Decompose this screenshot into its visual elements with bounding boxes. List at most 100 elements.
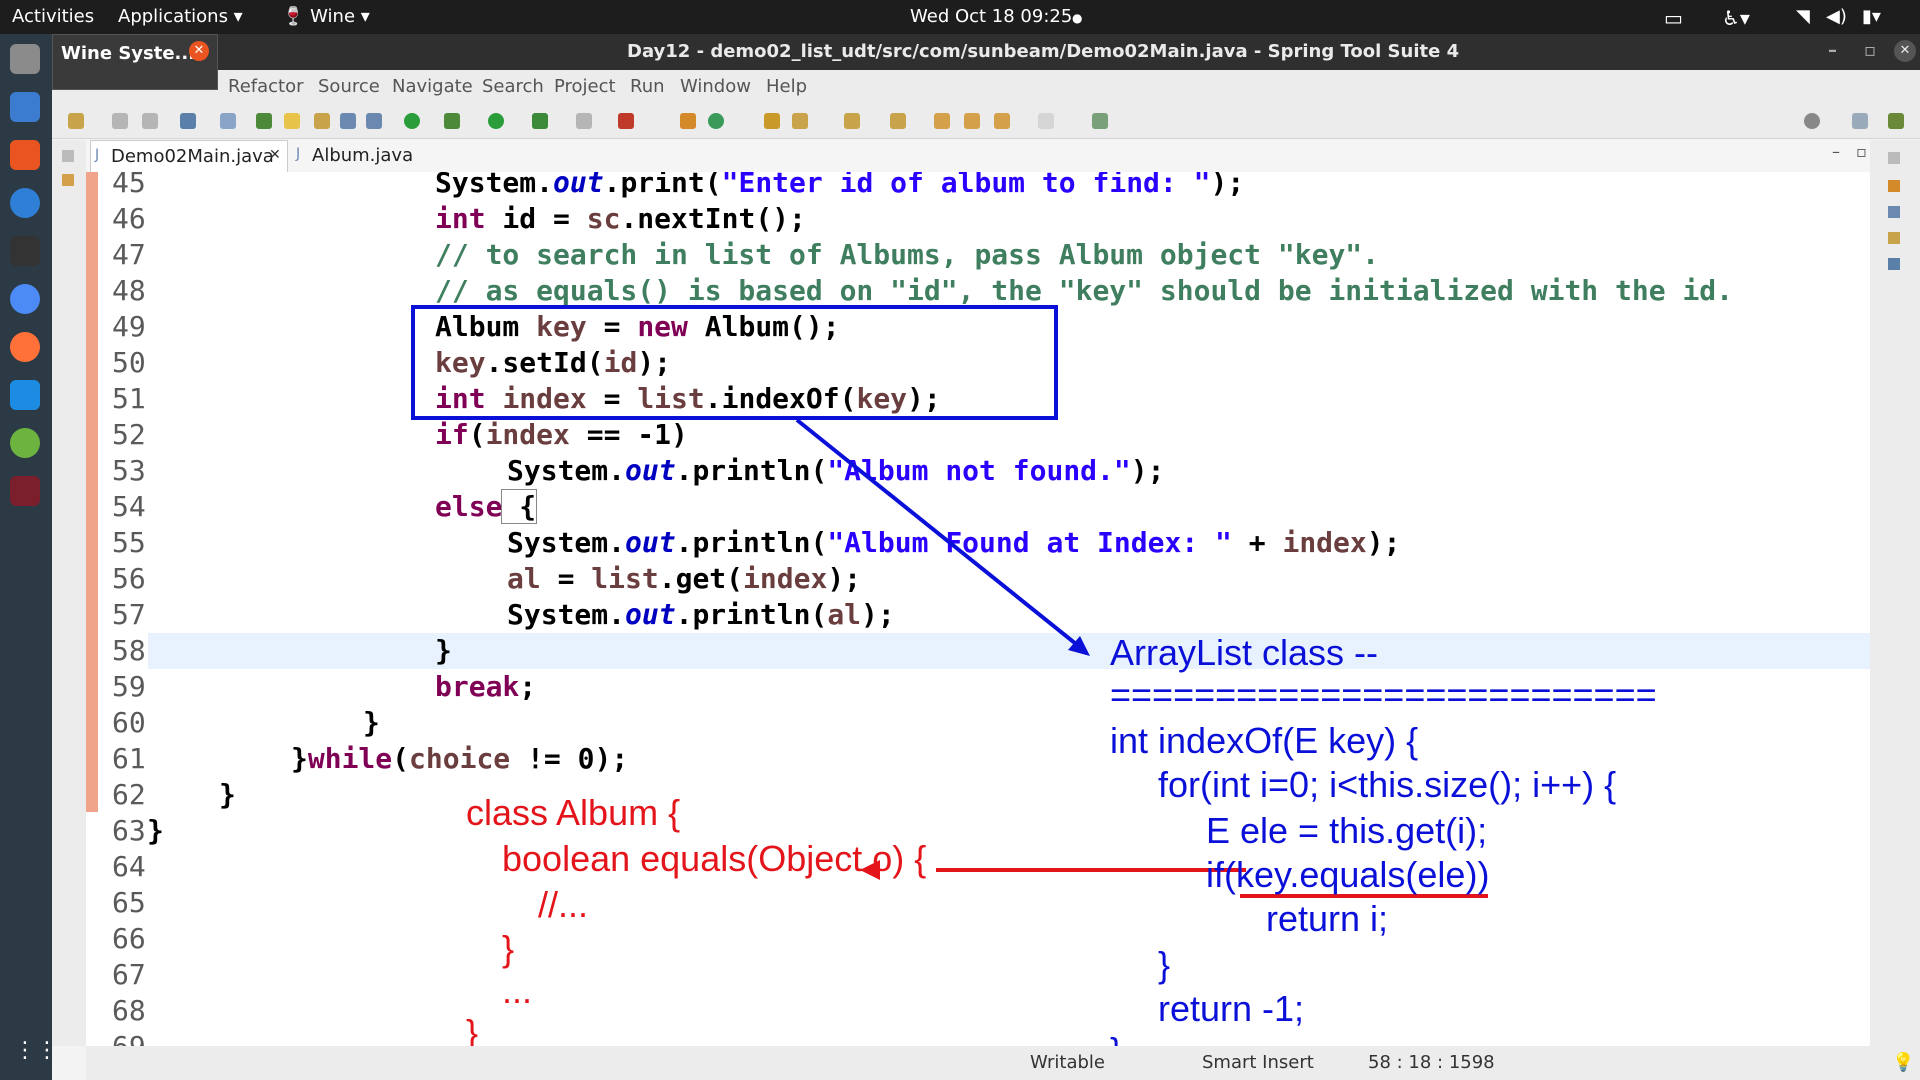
writer-icon[interactable]	[10, 92, 40, 122]
red-note-line: }	[502, 928, 515, 969]
terminal-icon[interactable]	[10, 236, 40, 266]
next-annotation-icon[interactable]	[844, 113, 860, 129]
vscode-icon[interactable]	[10, 380, 40, 410]
wine-icon[interactable]	[10, 476, 40, 506]
minimize-editor-icon[interactable]: –	[1832, 142, 1840, 161]
applications-menu[interactable]: Applications ▾	[118, 6, 243, 27]
network-icon[interactable]: ◥	[1796, 6, 1810, 27]
save-all-icon[interactable]	[142, 113, 158, 129]
console-icon[interactable]	[1888, 258, 1900, 270]
new-icon[interactable]	[68, 113, 84, 129]
restore-button[interactable]: ▫	[1864, 40, 1876, 61]
task-list-icon[interactable]	[1888, 206, 1900, 218]
tip-icon[interactable]: 💡	[1892, 1052, 1914, 1073]
notification-dot: ●	[1072, 11, 1083, 25]
open-type-icon[interactable]	[256, 113, 272, 129]
blue-note-line: if(key.equals(ele))	[1206, 854, 1490, 895]
package-explorer-icon[interactable]	[62, 174, 74, 186]
problems-icon[interactable]	[1888, 232, 1900, 244]
menu-help[interactable]: Help	[766, 76, 807, 97]
maximize-editor-icon[interactable]: ▫	[1856, 142, 1867, 161]
window-title: Day12 - demo02_list_udt/src/com/sunbeam/…	[627, 41, 1460, 62]
blue-arrow-line	[795, 418, 1088, 654]
menu-project[interactable]: Project	[554, 76, 616, 97]
tab-album[interactable]: J Album.java	[292, 140, 414, 172]
menu-source[interactable]: Source	[318, 76, 380, 97]
minimize-button[interactable]: –	[1828, 40, 1837, 61]
word-wrap-icon[interactable]	[340, 113, 356, 129]
java-file-icon: J	[95, 147, 100, 163]
spring-icon[interactable]	[10, 428, 40, 458]
writable-status: Writable	[1030, 1052, 1105, 1073]
accessibility-icon[interactable]: ♿▾	[1722, 6, 1750, 30]
restore-icon[interactable]	[1888, 152, 1900, 164]
outline-icon[interactable]	[1888, 180, 1900, 192]
blue-note-line: ==========================	[1110, 674, 1657, 715]
notification-title: Wine Syste...	[61, 43, 196, 64]
red-note-line: //...	[538, 884, 589, 925]
red-note-line: }	[466, 1012, 479, 1046]
menu-window[interactable]: Window	[680, 76, 751, 97]
boot-dashboard-icon[interactable]	[404, 113, 420, 129]
coverage-icon[interactable]	[532, 113, 548, 129]
terminal-icon[interactable]	[180, 113, 196, 129]
menu-search[interactable]: Search	[482, 76, 544, 97]
last-edit-icon[interactable]	[934, 113, 950, 129]
tab-close-icon[interactable]: ✕	[269, 147, 281, 163]
skip-breakpoints-icon[interactable]	[220, 113, 236, 129]
new-java-project-icon[interactable]	[680, 113, 696, 129]
files-icon[interactable]	[10, 44, 40, 74]
menu-refactor[interactable]: Refactor	[228, 76, 304, 97]
java-perspective-icon[interactable]	[1888, 113, 1904, 129]
red-note-line: boolean equals(Object o) {	[502, 838, 927, 879]
tab-label: Demo02Main.java	[111, 146, 274, 167]
firefox-icon[interactable]	[10, 332, 40, 362]
restore-view-icon[interactable]	[62, 150, 74, 162]
back-icon[interactable]	[994, 113, 1010, 129]
chromium-icon[interactable]	[10, 284, 40, 314]
tab-label: Album.java	[312, 145, 414, 166]
insert-mode-status: Smart Insert	[1202, 1052, 1314, 1073]
blue-note-line: for(int i=0; i<this.size(); i++) {	[1158, 764, 1617, 805]
battery-icon[interactable]: ▮▾	[1862, 6, 1881, 27]
help-icon[interactable]	[10, 188, 40, 218]
new-class-icon[interactable]	[708, 113, 724, 129]
window-title-bar: Day12 - demo02_list_udt/src/com/sunbeam/…	[52, 34, 1920, 70]
clock[interactable]: Wed Oct 18 09:25	[910, 6, 1072, 27]
external-tools-icon[interactable]	[618, 113, 634, 129]
search-icon[interactable]	[1804, 113, 1820, 129]
tab-demo02main[interactable]: J Demo02Main.java ✕	[90, 140, 288, 173]
forward-icon[interactable]	[1038, 113, 1054, 129]
prev-annotation-icon[interactable]	[890, 113, 906, 129]
activities-button[interactable]: Activities	[12, 6, 94, 27]
run-icon[interactable]	[488, 113, 504, 129]
blue-note-line: return i;	[1266, 898, 1389, 939]
whitespace-icon[interactable]	[366, 113, 382, 129]
mark-occurrences-icon[interactable]	[284, 113, 300, 129]
wine-notification[interactable]: Wine Syste... ✕	[52, 34, 218, 90]
debug-icon[interactable]	[444, 113, 460, 129]
system-top-bar: Activities Applications ▾ 🍷 Wine ▾ Wed O…	[0, 0, 1920, 34]
code-editor[interactable]: 45 46 47 48 49 50 51 52 53 54 55 56 57 58 59 60 61 62 63 64…	[86, 172, 1870, 1046]
software-icon[interactable]	[10, 140, 40, 170]
screen-icon[interactable]: ▭	[1664, 6, 1683, 30]
pin-editor-icon[interactable]	[1092, 113, 1108, 129]
blue-note-line: return -1;	[1158, 988, 1305, 1029]
save-icon[interactable]	[112, 113, 128, 129]
open-perspective-icon[interactable]	[1852, 113, 1868, 129]
main-toolbar	[52, 104, 1920, 139]
block-selection-icon[interactable]	[314, 113, 330, 129]
menu-navigate[interactable]: Navigate	[392, 76, 473, 97]
notification-close-icon[interactable]: ✕	[189, 41, 209, 61]
history-icon[interactable]	[964, 113, 980, 129]
search-tool-icon[interactable]	[792, 113, 808, 129]
open-folder-icon[interactable]	[764, 113, 780, 129]
volume-icon[interactable]: ◀)	[1826, 6, 1847, 27]
window-close-button[interactable]: ✕	[1894, 40, 1916, 62]
application-dock: ⋮⋮	[0, 34, 58, 1080]
menu-bar: Refactor Source Navigate Search Project …	[52, 70, 1920, 104]
menu-run[interactable]: Run	[630, 76, 665, 97]
blue-note-line: ArrayList class --	[1110, 632, 1379, 673]
stop-icon[interactable]	[576, 113, 592, 129]
wine-menu[interactable]: 🍷 Wine ▾	[282, 6, 370, 27]
